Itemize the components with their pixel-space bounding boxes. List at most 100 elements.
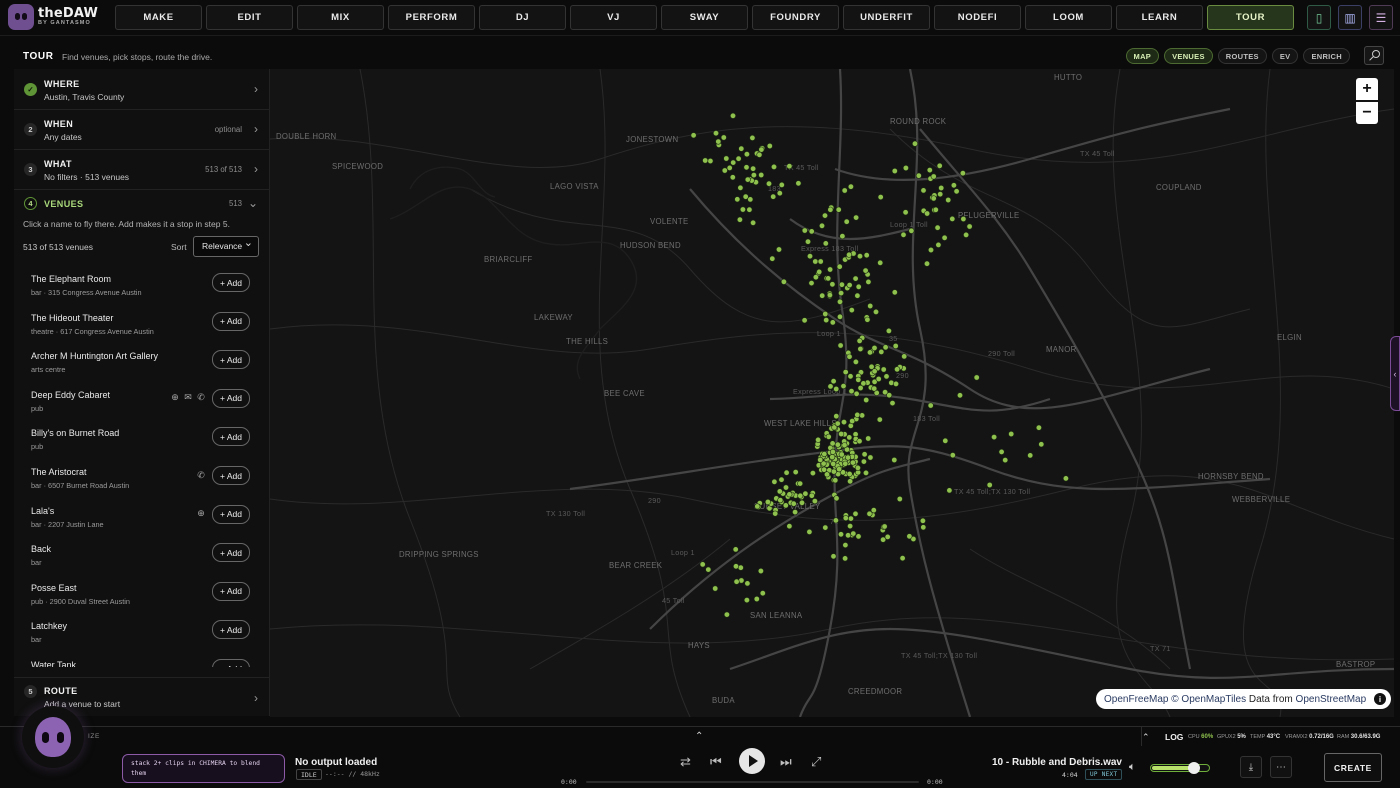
add-venue-button[interactable]: + Add	[212, 620, 250, 640]
venue-marker[interactable]	[876, 416, 883, 423]
venue-marker[interactable]	[759, 590, 766, 597]
venue-marker[interactable]	[937, 191, 944, 198]
venue-marker[interactable]	[841, 187, 848, 194]
venue-row[interactable]: The Aristocrat bar · 6507 Burnet Road Aus…	[14, 463, 269, 501]
venue-name[interactable]: The Elephant Room	[31, 274, 111, 284]
venue-marker[interactable]	[986, 481, 993, 488]
venue-marker[interactable]	[902, 209, 909, 216]
venue-marker[interactable]	[863, 396, 870, 403]
venue-marker[interactable]	[702, 157, 709, 164]
venue-marker[interactable]	[839, 233, 846, 240]
venue-marker[interactable]	[865, 278, 872, 285]
venue-row[interactable]: Back bar + Add	[14, 540, 269, 578]
venue-marker[interactable]	[827, 266, 834, 273]
tab-perform[interactable]: PERFORM	[388, 5, 475, 30]
venue-marker[interactable]	[901, 353, 908, 360]
more-icon[interactable]: ⋯	[1270, 756, 1292, 778]
tab-mix[interactable]: MIX	[297, 5, 384, 30]
venue-marker[interactable]	[915, 172, 922, 179]
venue-marker[interactable]	[806, 528, 813, 535]
add-venue-button[interactable]: + Add	[212, 543, 250, 563]
venue-marker[interactable]	[715, 138, 722, 145]
venue-marker[interactable]	[808, 228, 815, 235]
venue-marker[interactable]	[754, 503, 761, 510]
add-venue-button[interactable]: + Add	[212, 504, 250, 524]
venue-marker[interactable]	[771, 478, 778, 485]
venue-marker[interactable]	[847, 515, 854, 522]
mail-icon[interactable]: ✉	[183, 392, 193, 403]
venue-marker[interactable]	[889, 400, 896, 407]
add-venue-button[interactable]: + Add	[212, 427, 250, 447]
globe-icon[interactable]: ⊕	[170, 392, 180, 403]
venue-marker[interactable]	[798, 499, 805, 506]
venue-marker[interactable]	[883, 373, 890, 380]
venue-marker[interactable]	[815, 436, 822, 443]
venue-marker[interactable]	[847, 478, 854, 485]
venue-marker[interactable]	[896, 495, 903, 502]
venue-marker[interactable]	[837, 531, 844, 538]
venue-marker[interactable]	[865, 435, 872, 442]
venue-marker[interactable]	[830, 460, 837, 467]
venue-marker[interactable]	[959, 170, 966, 177]
create-button[interactable]: CREATE	[1324, 753, 1382, 782]
pill-routes[interactable]: ROUTES	[1217, 48, 1267, 64]
venue-marker[interactable]	[963, 231, 970, 238]
previous-icon[interactable]: ⏮	[710, 754, 722, 770]
venue-marker[interactable]	[726, 164, 733, 171]
venue-marker[interactable]	[690, 132, 697, 139]
venue-row[interactable]: Lala's bar · 2207 Justin Lane ⊕ + Add	[14, 502, 269, 540]
venue-marker[interactable]	[946, 487, 953, 494]
venue-marker[interactable]	[856, 253, 863, 260]
venue-marker[interactable]	[778, 476, 785, 483]
venue-marker[interactable]	[842, 542, 849, 549]
venue-marker[interactable]	[753, 595, 760, 602]
venue-row[interactable]: Water Tank + Add	[14, 656, 269, 667]
tab-foundry[interactable]: FOUNDRY	[752, 5, 839, 30]
venue-marker[interactable]	[756, 151, 763, 158]
venue-name[interactable]: Water Tank	[31, 660, 76, 667]
venue-marker[interactable]	[750, 165, 757, 172]
venue-marker[interactable]	[949, 452, 956, 459]
venue-marker[interactable]	[1035, 424, 1042, 431]
tab-tour[interactable]: TOUR	[1207, 5, 1294, 30]
venue-marker[interactable]	[911, 140, 918, 147]
attribution-link[interactable]: © OpenMapTiles	[1171, 694, 1246, 705]
venue-marker[interactable]	[804, 238, 811, 245]
venue-marker[interactable]	[838, 290, 845, 297]
phone-icon[interactable]: ✆	[196, 470, 206, 480]
venue-marker[interactable]	[801, 317, 808, 324]
venue-marker[interactable]	[966, 223, 973, 230]
venue-marker[interactable]	[842, 555, 849, 562]
venue-marker[interactable]	[838, 451, 845, 458]
venue-marker[interactable]	[844, 454, 851, 461]
venue-marker[interactable]	[834, 420, 841, 427]
venue-name[interactable]: Back	[31, 544, 51, 554]
venue-marker[interactable]	[867, 454, 874, 461]
venue-marker[interactable]	[908, 227, 915, 234]
venue-marker[interactable]	[743, 151, 750, 158]
venue-marker[interactable]	[811, 498, 818, 505]
venue-marker[interactable]	[870, 507, 877, 514]
tab-learn[interactable]: LEARN	[1116, 5, 1203, 30]
venue-marker[interactable]	[854, 464, 861, 471]
venue-marker[interactable]	[806, 253, 813, 260]
venue-marker[interactable]	[1002, 457, 1009, 464]
venue-marker[interactable]	[842, 515, 849, 522]
venue-marker[interactable]	[843, 218, 850, 225]
zoom-in-button[interactable]: +	[1356, 78, 1378, 100]
venue-marker[interactable]	[818, 222, 825, 229]
pill-enrich[interactable]: ENRICH	[1303, 48, 1350, 64]
venue-marker[interactable]	[825, 433, 832, 440]
venue-marker[interactable]	[729, 112, 736, 119]
add-venue-button[interactable]: + Add	[212, 581, 250, 601]
venue-marker[interactable]	[892, 342, 899, 349]
venue-marker[interactable]	[825, 275, 832, 282]
venue-marker[interactable]	[998, 448, 1005, 455]
venue-row[interactable]: The Elephant Room bar · 315 Congress Aven…	[14, 270, 269, 308]
download-icon[interactable]: ⤓	[1240, 756, 1262, 778]
tab-edit[interactable]: EDIT	[206, 5, 293, 30]
venue-marker[interactable]	[746, 206, 753, 213]
venue-marker[interactable]	[899, 555, 906, 562]
venue-row[interactable]: Deep Eddy Cabaret pub ⊕ ✉ ✆ + Add	[14, 386, 269, 424]
chevron-up-icon[interactable]: ⌃	[695, 731, 703, 742]
